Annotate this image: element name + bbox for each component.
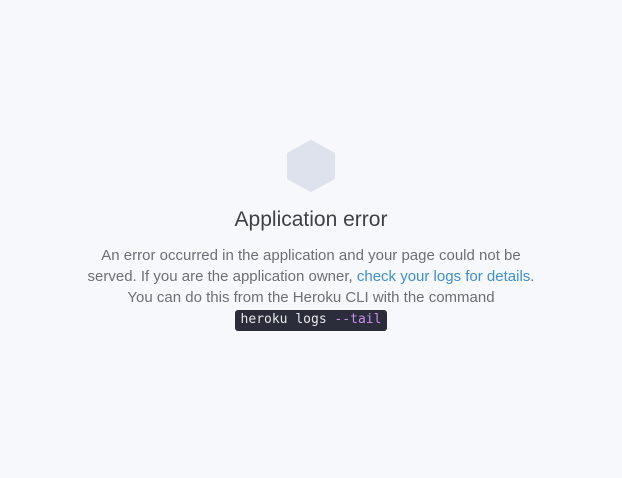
heroku-logs-command: heroku logs --tail bbox=[234, 310, 388, 331]
command-base: heroku logs bbox=[240, 312, 335, 327]
page-title: Application error bbox=[234, 208, 388, 231]
command-flag: --tail bbox=[334, 312, 382, 327]
hexagon-icon bbox=[287, 140, 335, 192]
error-page: Application error An error occurred in t… bbox=[0, 0, 622, 478]
error-message: An error occurred in the application and… bbox=[76, 245, 546, 331]
error-content: Application error An error occurred in t… bbox=[0, 140, 622, 331]
check-logs-link[interactable]: check your logs for details bbox=[357, 268, 530, 285]
